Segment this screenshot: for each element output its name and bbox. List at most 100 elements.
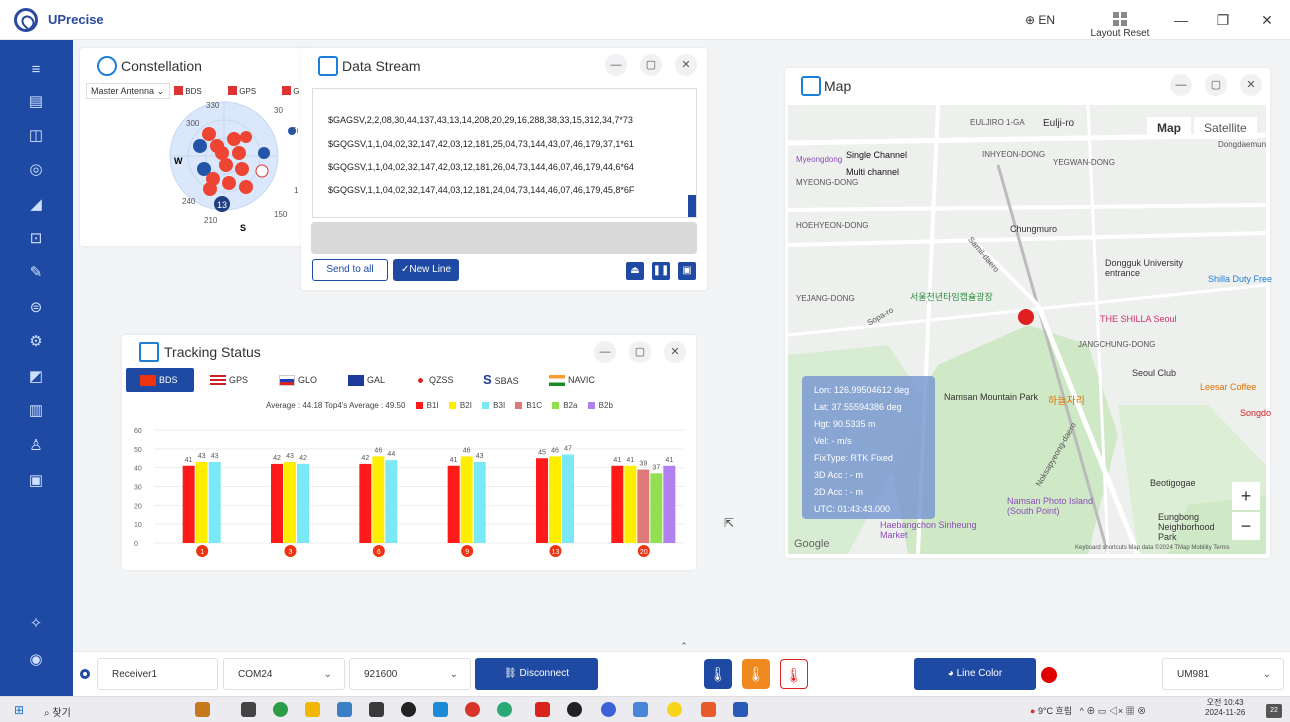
pdf-icon[interactable] [535,702,550,717]
config-icon[interactable]: ✎ [26,263,46,283]
file-explorer-icon[interactable] [305,702,320,717]
minimize-icon[interactable]: — [1170,74,1192,96]
chrome-icon[interactable] [273,702,288,717]
model-select[interactable]: UM981 ⌄ [1162,658,1284,690]
bar-value-label: 44 [387,451,395,458]
receiver-field[interactable]: Receiver1 [97,658,218,690]
taskbar-app-icon[interactable] [465,702,480,717]
tab-bds[interactable]: BDS [126,368,194,392]
pause-icon[interactable]: ❚❚ [652,262,670,280]
uprecise-taskbar-icon[interactable] [733,702,748,717]
bar [359,463,372,543]
filter-bds[interactable]: BDS [174,86,202,96]
device-icon[interactable]: ▣ [26,471,46,491]
bar [271,463,283,543]
temperature-hot-button[interactable]: 🌡 [780,659,808,689]
system-tray[interactable]: ● 9°C 흐림 ^ ⊕ ▭ ◁× ▦ ⊗ [1030,704,1146,717]
minimize-icon[interactable]: — [1172,11,1190,29]
tab-glo[interactable]: GLO [279,368,317,392]
data-stream-output[interactable] [312,88,697,218]
steam-icon[interactable] [567,702,582,717]
weather-icon: ● [1030,706,1036,716]
log-icon[interactable]: ▥ [26,401,46,421]
temperature-warm-button[interactable]: 🌡 [742,659,770,689]
bar-value-label: 46 [551,447,559,454]
language-selector[interactable]: ⊕ EN [1025,13,1055,27]
map-label: MYEONG-DONG [796,178,859,187]
taskbar-app-icon[interactable] [601,702,616,717]
maximize-icon[interactable]: ▢ [629,341,651,363]
new-line-button[interactable]: ✓New Line [393,259,459,281]
notification-badge[interactable]: 22 [1266,704,1282,718]
save-icon[interactable]: ▣ [678,262,696,280]
filter-g[interactable]: G [282,86,299,96]
tracking-icon[interactable]: ◢ [26,195,46,215]
receiver-radio[interactable] [80,669,90,679]
command-input[interactable] [311,222,697,254]
map-icon[interactable]: ⊡ [26,229,46,249]
minimize-icon[interactable]: — [594,341,616,363]
maximize-icon[interactable]: ▢ [1205,74,1227,96]
taskbar-app-icon[interactable] [633,702,648,717]
data-stream-icon[interactable]: ◫ [26,126,46,146]
send-to-all-button[interactable]: Send to all [312,259,388,281]
line-color-button[interactable]: ◕ Line Color [914,658,1036,690]
about-icon[interactable]: ◉ [26,650,46,670]
map-attribution[interactable]: Keyboard shortcuts Map data ©2024 TMap M… [1075,545,1230,551]
taskbar-app-icon[interactable] [337,702,352,717]
maximize-icon[interactable]: ▢ [640,54,662,76]
taskbar-app-icon[interactable] [195,702,210,717]
scrollbar-thumb[interactable] [688,195,696,217]
tab-sbas[interactable]: S SBAS [483,368,519,392]
line-color-swatch[interactable] [1041,667,1057,683]
receiver-icon[interactable]: ▤ [26,92,46,112]
antenna-select[interactable]: Master Antenna ⌄ [86,83,170,99]
tab-gps[interactable]: GPS [210,368,248,392]
kakaotalk-icon[interactable] [667,702,682,717]
disconnect-button[interactable]: ⛓ Disconnect [475,658,598,690]
close-icon[interactable]: ✕ [1258,11,1276,29]
taskbar-clock[interactable]: 오전 10:43 2024-11-26 [1205,698,1245,718]
zoom-out-button[interactable]: − [1232,512,1260,540]
close-icon[interactable]: ✕ [1240,74,1262,96]
minimize-icon[interactable]: — [605,54,627,76]
map-tab-map[interactable]: Map [1147,117,1191,139]
tab-navic[interactable]: NAVIC [549,368,595,392]
taskbar-app-icon[interactable] [241,702,256,717]
close-icon[interactable]: ✕ [664,341,686,363]
user-icon[interactable]: ♙ [26,436,46,456]
layout-reset-button[interactable]: Layout Reset [1088,12,1152,39]
close-icon[interactable]: ✕ [675,54,697,76]
y-tick-label: 10 [134,522,142,529]
windows-start-icon[interactable]: ⊞ [14,703,24,717]
taskbar-app-icon[interactable] [369,702,384,717]
temperature-cold-button[interactable]: 🌡 [704,659,732,689]
settings-icon[interactable]: ⚙ [26,332,46,352]
menu-icon[interactable]: ≡ [26,60,46,80]
taskbar-app-icon[interactable] [401,702,416,717]
gnss-icon[interactable]: ✧ [26,614,46,634]
constellation-icon[interactable]: ◎ [26,160,46,180]
chevron-up-icon[interactable]: ⌃ [676,641,692,653]
bar [182,465,195,543]
taskbar-app-icon[interactable] [433,702,448,717]
tab-gal[interactable]: GAL [348,368,385,392]
app-logo-icon [14,8,38,32]
port-select[interactable]: COM24 ⌄ [223,658,345,690]
filter-gps[interactable]: GPS [228,86,256,96]
tab-qzss[interactable]: QZSS [415,368,454,392]
baud-select[interactable]: 921600 ⌄ [349,658,471,690]
map-tab-satellite[interactable]: Satellite [1194,117,1257,139]
taskbar-app-icon[interactable] [497,702,512,717]
analysis-icon[interactable]: ◩ [26,367,46,387]
taskbar-search[interactable]: ⌕ 찾기 [44,704,71,719]
network-icon[interactable]: ⊜ [26,298,46,318]
position-info-box [802,376,935,519]
powerpoint-icon[interactable] [701,702,716,717]
x-tick-label: 1 [200,549,204,556]
x-tick-label: 6 [377,549,381,556]
restore-icon[interactable]: ❐ [1214,11,1232,29]
bar-value-label: 37 [652,464,660,471]
zoom-in-button[interactable]: + [1232,482,1260,510]
scroll-bottom-icon[interactable]: ⏏ [626,262,644,280]
